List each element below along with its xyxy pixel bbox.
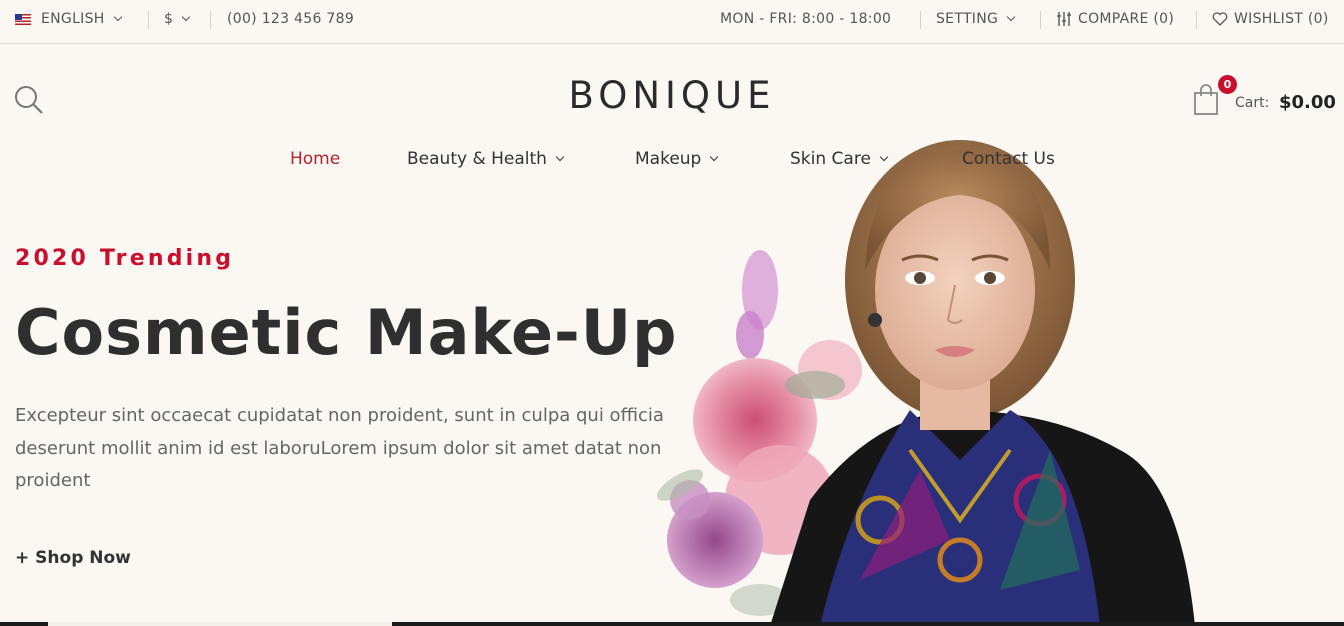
opening-hours: MON - FRI: 8:00 - 18:00	[720, 11, 891, 27]
phone-label: (00) 123 456 789	[227, 11, 355, 27]
phone-number: (00) 123 456 789	[227, 11, 354, 27]
main-nav: Home Beauty & Health Makeup Skin Care Co…	[0, 149, 1344, 173]
chevron-down-icon	[555, 152, 565, 162]
nav-item-home[interactable]: Home	[290, 149, 340, 169]
divider	[148, 11, 149, 29]
site-logo[interactable]: BONIQUE	[0, 74, 1344, 117]
nav-item-skin-care[interactable]: Skin Care	[790, 149, 889, 169]
heart-icon	[1212, 12, 1228, 26]
divider	[920, 11, 921, 29]
language-selector[interactable]: ENGLISH	[15, 11, 122, 27]
chevron-down-icon	[1006, 12, 1016, 22]
chevron-down-icon	[113, 12, 122, 22]
nav-item-contact-us[interactable]: Contact Us	[962, 149, 1055, 169]
currency-selector[interactable]: $	[164, 11, 191, 27]
hero-eyebrow: 2020 Trending	[15, 246, 235, 271]
chevron-down-icon	[710, 152, 719, 162]
language-label: ENGLISH	[41, 11, 105, 27]
setting-label: SETTING	[936, 11, 999, 27]
top-bar: ENGLISH $ (00) 123 456 789 MON - FRI: 8:…	[0, 0, 1344, 44]
hero-image	[656, 140, 1195, 626]
chevron-down-icon	[181, 12, 191, 22]
nav-label: Contact Us	[962, 149, 1055, 169]
cart-total[interactable]: $0.00	[1279, 92, 1336, 113]
nav-label: Home	[290, 149, 341, 169]
cart-label[interactable]: Cart:	[1235, 95, 1269, 111]
nav-item-beauty-health[interactable]: Beauty & Health	[407, 149, 565, 169]
compare-link[interactable]: COMPARE (0)	[1056, 11, 1174, 27]
divider	[210, 11, 211, 29]
hours-label: MON - FRI: 8:00 - 18:00	[720, 11, 892, 27]
nav-label: Beauty & Health	[407, 149, 547, 169]
divider	[1196, 11, 1197, 29]
wishlist-label: WISHLIST (0)	[1234, 11, 1329, 27]
hero-description: Excepteur sint occaecat cupidatat non pr…	[15, 405, 664, 491]
nav-label: Makeup	[635, 149, 702, 169]
divider	[1040, 11, 1041, 29]
wishlist-link[interactable]: WISHLIST (0)	[1212, 11, 1329, 27]
currency-label: $	[164, 11, 174, 27]
nav-item-makeup[interactable]: Makeup	[635, 149, 719, 169]
cart-count-badge: 0	[1218, 75, 1237, 94]
nav-label: Skin Care	[790, 149, 871, 169]
setting-dropdown[interactable]: SETTING	[936, 11, 1016, 27]
cart-icon[interactable]	[1192, 84, 1220, 116]
shop-now-link[interactable]: + Shop Now	[15, 548, 131, 568]
us-flag-icon	[15, 13, 31, 25]
slider-indicator[interactable]	[48, 622, 392, 626]
compare-label: COMPARE (0)	[1078, 11, 1175, 27]
hero-headline: Cosmetic Make-Up	[15, 296, 678, 369]
chevron-down-icon	[879, 152, 889, 162]
compare-icon	[1057, 12, 1071, 26]
